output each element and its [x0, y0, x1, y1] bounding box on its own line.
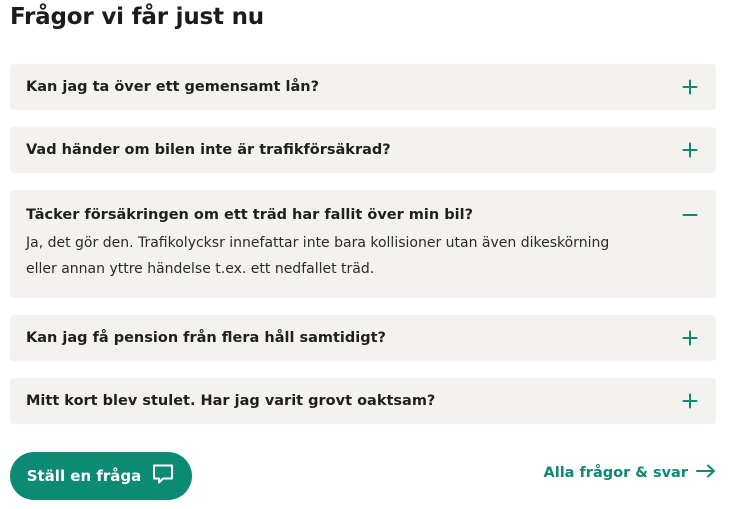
faq-question-row[interactable]: Vad händer om bilen inte är trafikförsäk…	[10, 127, 716, 173]
minus-icon[interactable]	[682, 207, 698, 223]
ask-question-button[interactable]: Ställ en fråga	[10, 452, 192, 500]
faq-question-row[interactable]: Kan jag få pension från flera håll samti…	[10, 315, 716, 361]
faq-question: Täcker försäkringen om ett träd har fall…	[26, 207, 473, 223]
ask-question-label: Ställ en fråga	[26, 467, 142, 485]
faq-question-row[interactable]: Kan jag ta över ett gemensamt lån?	[10, 64, 716, 110]
faq-question: Mitt kort blev stulet. Har jag varit gro…	[26, 393, 436, 409]
plus-icon[interactable]	[682, 142, 698, 158]
faq-list: Kan jag ta över ett gemensamt lån? Vad h…	[10, 64, 716, 441]
faq-answer: Ja, det gör den. Trafikolycksr innefatta…	[10, 230, 716, 298]
faq-question-row[interactable]: Mitt kort blev stulet. Har jag varit gro…	[10, 378, 716, 424]
faq-item-expanded[interactable]: Täcker försäkringen om ett träd har fall…	[10, 190, 716, 298]
faq-question: Kan jag få pension från flera håll samti…	[26, 330, 386, 346]
faq-item[interactable]: Kan jag få pension från flera håll samti…	[10, 315, 716, 361]
all-questions-link[interactable]: Alla frågor & svar	[544, 464, 717, 482]
faq-answer-line: Ja, det gör den. Trafikolycksr innefatta…	[26, 235, 610, 251]
plus-icon[interactable]	[682, 79, 698, 95]
faq-item[interactable]: Mitt kort blev stulet. Har jag varit gro…	[10, 378, 716, 424]
chat-bubble-icon	[151, 463, 175, 489]
plus-icon[interactable]	[682, 393, 698, 409]
faq-item[interactable]: Vad händer om bilen inte är trafikförsäk…	[10, 127, 716, 173]
plus-icon[interactable]	[682, 330, 698, 346]
section-title: Frågor vi får just nu	[10, 4, 264, 30]
faq-footer: Ställ en fråga Alla frågor & svar	[10, 452, 716, 500]
arrow-right-icon	[696, 464, 716, 482]
faq-question: Vad händer om bilen inte är trafikförsäk…	[26, 142, 391, 158]
faq-question: Kan jag ta över ett gemensamt lån?	[26, 79, 320, 95]
faq-item[interactable]: Kan jag ta över ett gemensamt lån?	[10, 64, 716, 110]
faq-answer-line: eller annan yttre händelse t.ex. ett ned…	[26, 261, 375, 277]
all-questions-label: Alla frågor & svar	[543, 465, 689, 481]
